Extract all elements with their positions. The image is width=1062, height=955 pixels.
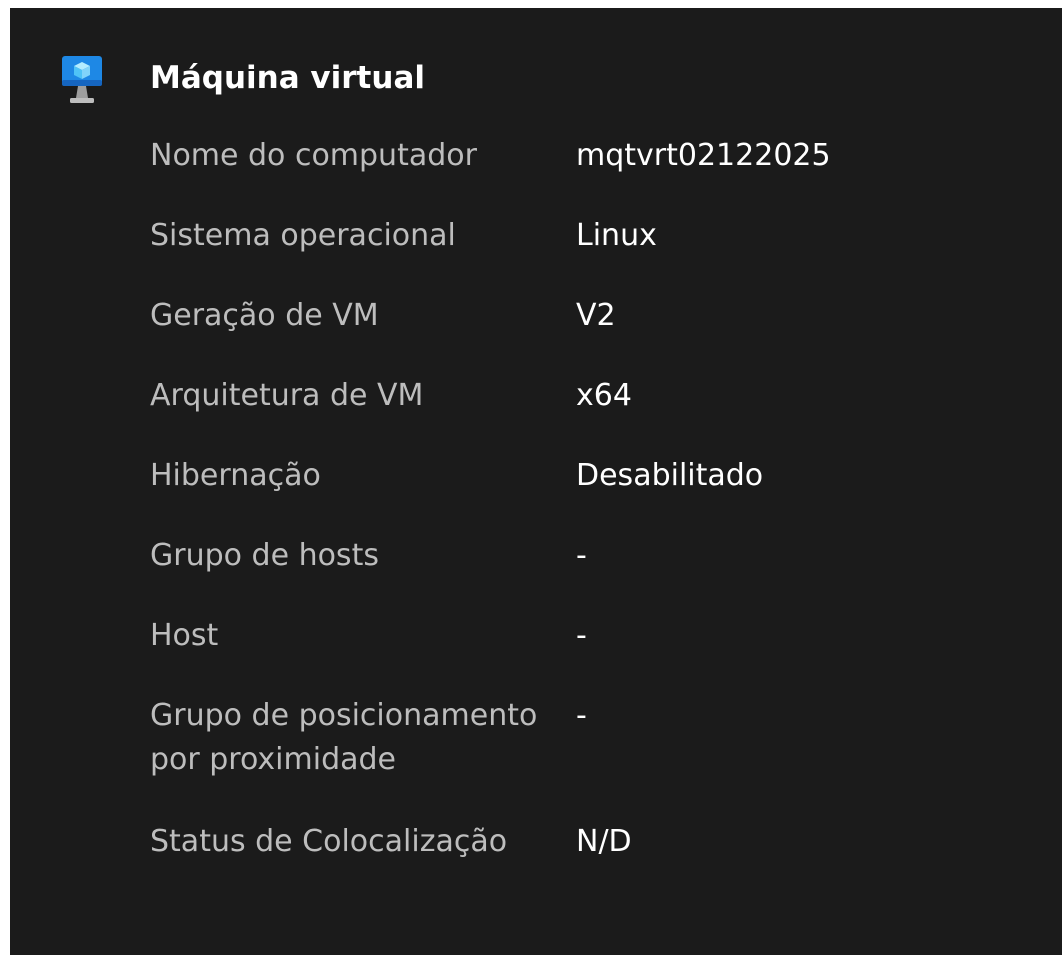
- property-label: Geração de VM: [150, 298, 379, 333]
- property-label: Arquitetura de VM: [150, 378, 424, 413]
- properties-list: Nome do computador mqtvrt02122025 Sistem…: [150, 116, 1040, 882]
- property-label: Grupo de posicionamento por proximidade: [150, 698, 538, 777]
- property-label: Status de Colocalização: [150, 824, 508, 859]
- property-row-computer-name: Nome do computador mqtvrt02122025: [150, 116, 1040, 196]
- property-value: x64: [576, 378, 632, 413]
- property-value: Desabilitado: [576, 458, 764, 493]
- property-row-vm-architecture: Arquitetura de VM x64: [150, 356, 1040, 436]
- property-row-host-group: Grupo de hosts -: [150, 516, 1040, 596]
- property-label: Sistema operacional: [150, 218, 456, 253]
- property-row-proximity-placement-group: Grupo de posicionamento por proximidade …: [150, 676, 1040, 800]
- property-value: mqtvrt02122025: [576, 138, 831, 173]
- property-label: Nome do computador: [150, 138, 477, 173]
- property-label: Hibernação: [150, 458, 321, 493]
- property-row-operating-system: Sistema operacional Linux: [150, 196, 1040, 276]
- property-value: Linux: [576, 218, 657, 253]
- property-row-vm-generation: Geração de VM V2: [150, 276, 1040, 356]
- section-title: Máquina virtual: [150, 60, 425, 96]
- virtual-machine-icon: [62, 52, 102, 110]
- property-label: Host: [150, 618, 219, 653]
- property-row-hibernation: Hibernação Desabilitado: [150, 436, 1040, 516]
- property-value: N/D: [576, 824, 632, 859]
- vm-properties-panel: Máquina virtual Nome do computador mqtvr…: [10, 8, 1062, 955]
- property-row-colocation-status: Status de Colocalização N/D: [150, 800, 1040, 882]
- property-value: V2: [576, 298, 616, 333]
- property-value: -: [576, 698, 587, 733]
- property-value: -: [576, 618, 587, 653]
- property-label: Grupo de hosts: [150, 538, 379, 573]
- property-value: -: [576, 538, 587, 573]
- property-row-host: Host -: [150, 596, 1040, 676]
